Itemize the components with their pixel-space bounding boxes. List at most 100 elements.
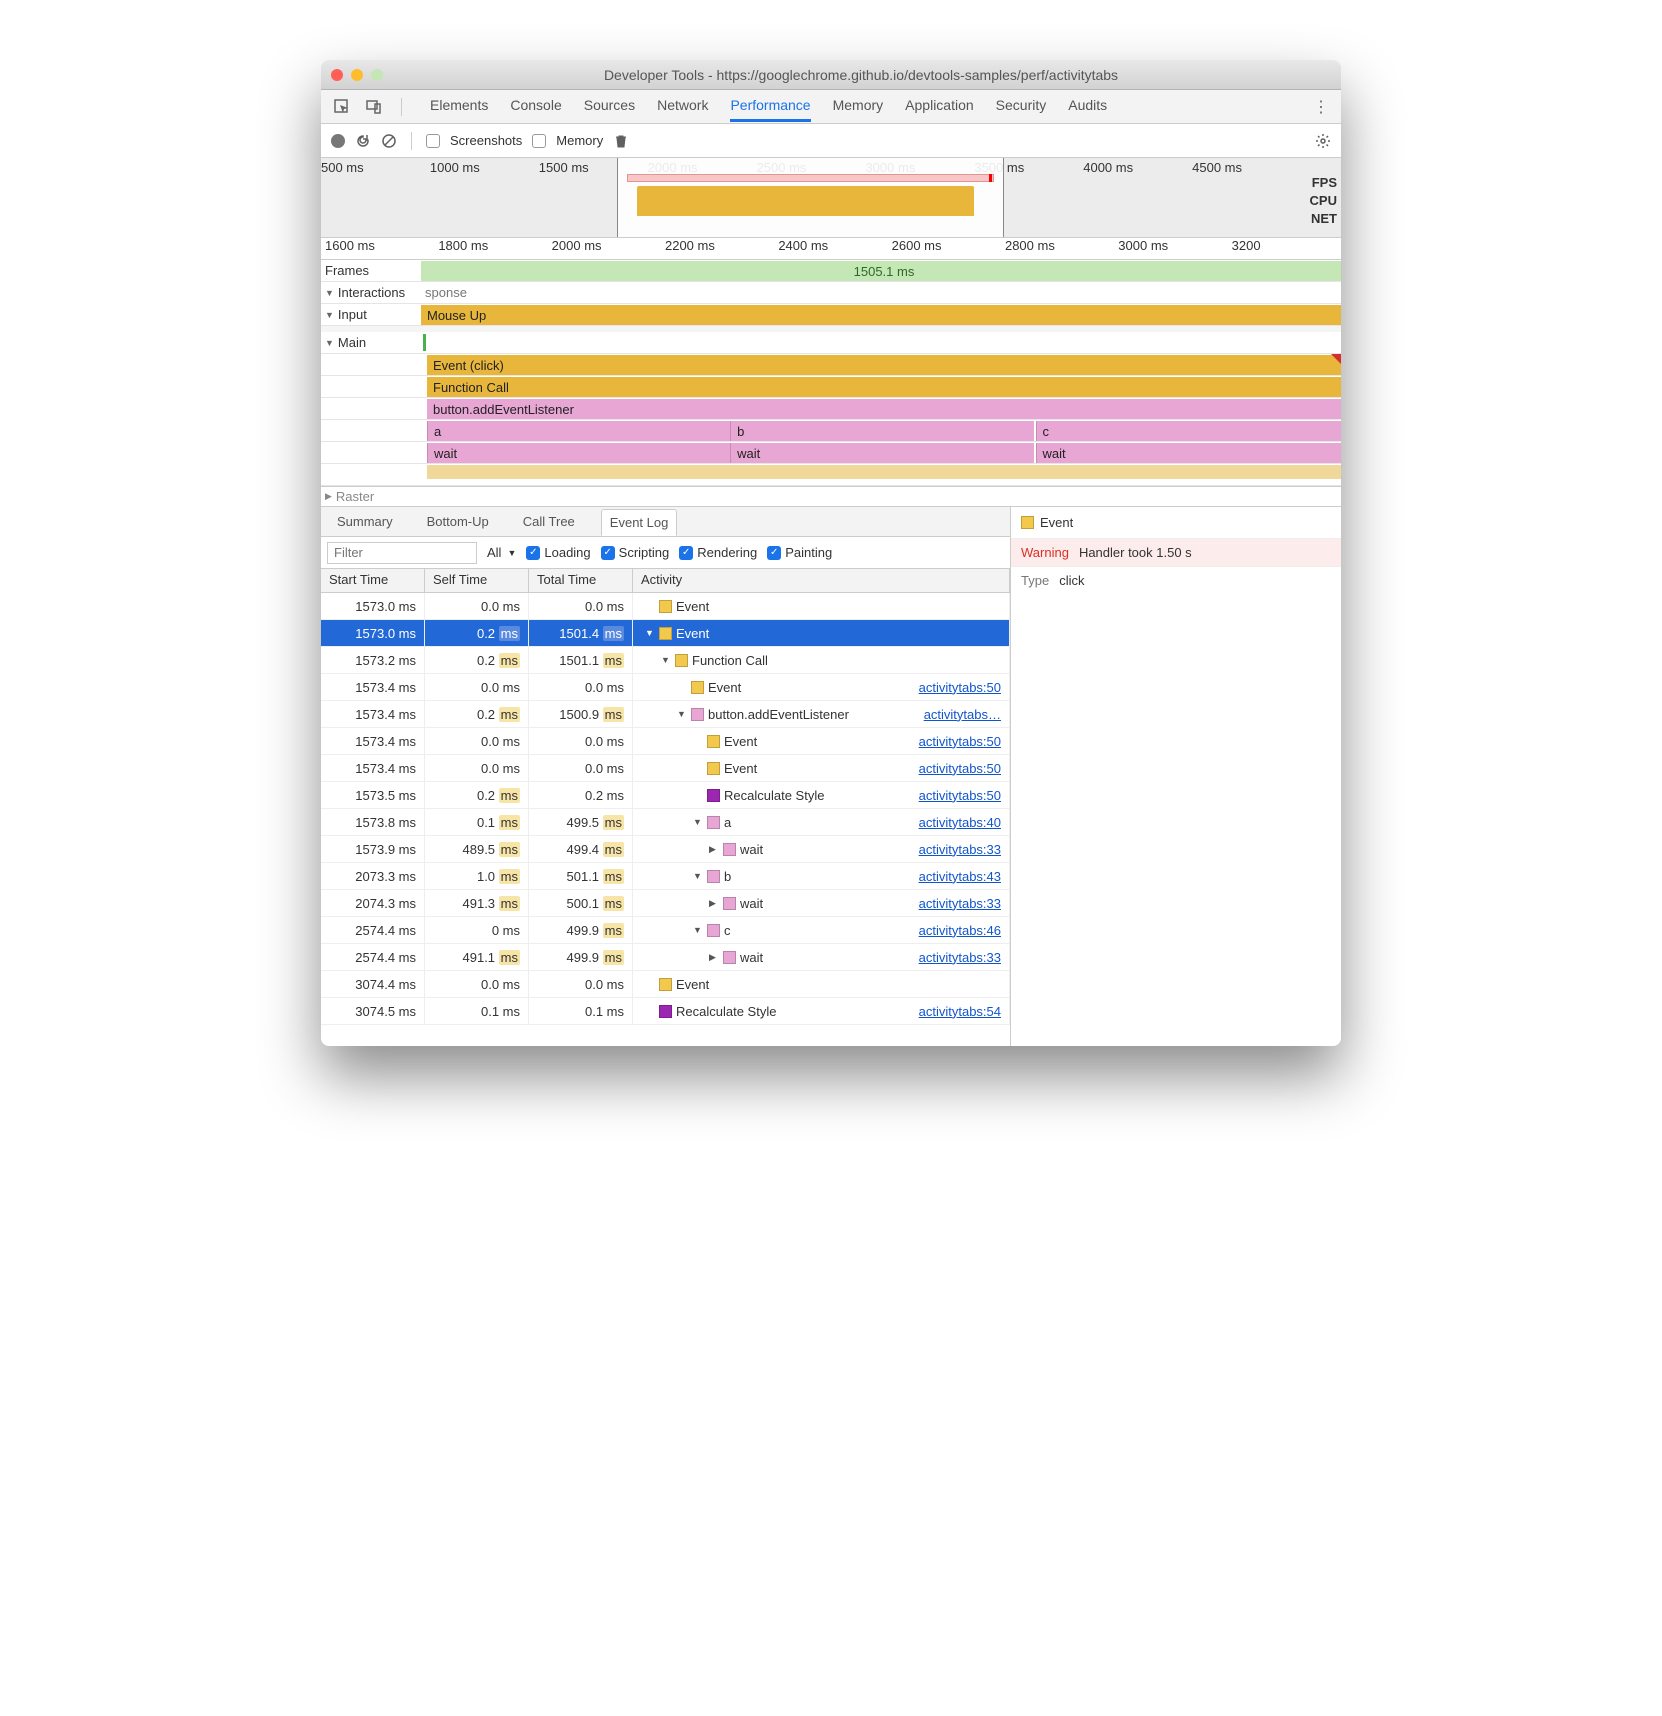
zoom-button[interactable] bbox=[371, 69, 383, 81]
rendering-checkbox[interactable]: ✓ bbox=[679, 546, 693, 560]
source-link[interactable]: activitytabs:33 bbox=[919, 896, 1001, 911]
tab-console[interactable]: Console bbox=[510, 91, 561, 122]
timeline-ticks: 1600 ms1800 ms2000 ms2200 ms2400 ms2600 … bbox=[321, 238, 1341, 260]
flame-wait-c[interactable]: wait bbox=[1036, 443, 1341, 463]
source-link[interactable]: activitytabs:33 bbox=[919, 950, 1001, 965]
sub-tab-call-tree[interactable]: Call Tree bbox=[515, 509, 583, 534]
log-row[interactable]: 1573.8 ms0.1 ms499.5 ms▼aactivitytabs:40 bbox=[321, 809, 1010, 836]
type-value: click bbox=[1059, 573, 1084, 588]
minimize-button[interactable] bbox=[351, 69, 363, 81]
warning-label: Warning bbox=[1021, 545, 1069, 560]
log-row[interactable]: 3074.4 ms0.0 ms0.0 msEvent bbox=[321, 971, 1010, 998]
inspect-icon[interactable] bbox=[333, 98, 351, 116]
screenshots-checkbox[interactable] bbox=[426, 134, 440, 148]
log-row[interactable]: 2574.4 ms0 ms499.9 ms▼cactivitytabs:46 bbox=[321, 917, 1010, 944]
flame-a[interactable]: a bbox=[427, 421, 731, 441]
activity-swatch-icon bbox=[707, 789, 720, 802]
frame-bar[interactable]: 1505.1 ms bbox=[421, 261, 1341, 281]
tab-performance[interactable]: Performance bbox=[730, 91, 810, 122]
more-menu-icon[interactable]: ⋮ bbox=[1313, 97, 1329, 117]
filter-input[interactable] bbox=[327, 542, 477, 564]
source-link[interactable]: activitytabs:54 bbox=[919, 1004, 1001, 1019]
source-link[interactable]: activitytabs:50 bbox=[919, 788, 1001, 803]
activity-swatch-icon bbox=[723, 843, 736, 856]
log-row[interactable]: 1573.4 ms0.0 ms0.0 msEventactivitytabs:5… bbox=[321, 674, 1010, 701]
source-link[interactable]: activitytabs:50 bbox=[919, 680, 1001, 695]
activity-swatch-icon bbox=[723, 951, 736, 964]
activity-swatch-icon bbox=[707, 762, 720, 775]
tab-application[interactable]: Application bbox=[905, 91, 974, 122]
filter-scope-dropdown[interactable]: All▼ bbox=[487, 545, 516, 560]
trash-icon[interactable] bbox=[613, 133, 629, 149]
overview-minimap[interactable]: 500 ms1000 ms1500 ms2000 ms2500 ms3000 m… bbox=[321, 158, 1341, 238]
window-title: Developer Tools - https://googlechrome.g… bbox=[391, 67, 1331, 83]
input-label[interactable]: Input bbox=[338, 307, 367, 322]
event-log-table[interactable]: 1573.0 ms0.0 ms0.0 msEvent1573.0 ms0.2 m… bbox=[321, 593, 1010, 1046]
flame-wait-b[interactable]: wait bbox=[730, 443, 1034, 463]
source-link[interactable]: activitytabs:50 bbox=[919, 734, 1001, 749]
tab-memory[interactable]: Memory bbox=[833, 91, 884, 122]
tab-network[interactable]: Network bbox=[657, 91, 708, 122]
source-link[interactable]: activitytabs:50 bbox=[919, 761, 1001, 776]
settings-gear-icon[interactable] bbox=[1315, 133, 1331, 149]
flame-b[interactable]: b bbox=[730, 421, 1034, 441]
tab-elements[interactable]: Elements bbox=[430, 91, 488, 122]
tab-security[interactable]: Security bbox=[996, 91, 1047, 122]
activity-swatch-icon bbox=[659, 600, 672, 613]
event-swatch-icon bbox=[1021, 516, 1034, 529]
flame-listener[interactable]: button.addEventListener bbox=[427, 399, 1341, 419]
log-row[interactable]: 2574.4 ms491.1 ms499.9 ms▶waitactivityta… bbox=[321, 944, 1010, 971]
sub-tab-summary[interactable]: Summary bbox=[329, 509, 401, 534]
flame-wait-a[interactable]: wait bbox=[427, 443, 731, 463]
net-label: NET bbox=[1310, 210, 1337, 228]
log-row[interactable]: 1573.0 ms0.0 ms0.0 msEvent bbox=[321, 593, 1010, 620]
frames-row: Frames 1505.1 ms bbox=[321, 260, 1341, 282]
flame-event-click[interactable]: Event (click) bbox=[427, 355, 1341, 375]
clear-icon[interactable] bbox=[381, 133, 397, 149]
flame-function-call[interactable]: Function Call bbox=[427, 377, 1341, 397]
input-bar[interactable]: Mouse Up bbox=[421, 305, 1341, 325]
main-label[interactable]: Main bbox=[338, 335, 366, 350]
details-pane: Event Warning Handler took 1.50 s Typecli… bbox=[1011, 507, 1341, 1046]
reload-icon[interactable] bbox=[355, 133, 371, 149]
sub-tabs: Summary Bottom-Up Call Tree Event Log bbox=[321, 507, 1010, 537]
source-link[interactable]: activitytabs:43 bbox=[919, 869, 1001, 884]
activity-swatch-icon bbox=[659, 978, 672, 991]
log-row[interactable]: 1573.4 ms0.0 ms0.0 msEventactivitytabs:5… bbox=[321, 755, 1010, 782]
sub-tab-bottom-up[interactable]: Bottom-Up bbox=[419, 509, 497, 534]
flame-c[interactable]: c bbox=[1036, 421, 1341, 441]
log-row[interactable]: 3074.5 ms0.1 ms0.1 msRecalculate Styleac… bbox=[321, 998, 1010, 1025]
log-row[interactable]: 1573.0 ms0.2 ms1501.4 ms▼Event bbox=[321, 620, 1010, 647]
record-button[interactable] bbox=[331, 134, 345, 148]
log-row[interactable]: 1573.5 ms0.2 ms0.2 msRecalculate Styleac… bbox=[321, 782, 1010, 809]
memory-checkbox[interactable] bbox=[532, 134, 546, 148]
activity-swatch-icon bbox=[675, 654, 688, 667]
log-row[interactable]: 2074.3 ms491.3 ms500.1 ms▶waitactivityta… bbox=[321, 890, 1010, 917]
tab-sources[interactable]: Sources bbox=[584, 91, 635, 122]
activity-swatch-icon bbox=[707, 870, 720, 883]
close-button[interactable] bbox=[331, 69, 343, 81]
log-row[interactable]: 2073.3 ms1.0 ms501.1 ms▼bactivitytabs:43 bbox=[321, 863, 1010, 890]
activity-swatch-icon bbox=[691, 681, 704, 694]
activity-swatch-icon bbox=[707, 735, 720, 748]
device-toggle-icon[interactable] bbox=[365, 98, 383, 116]
interactions-label[interactable]: Interactions bbox=[338, 285, 405, 300]
details-header: Event bbox=[1040, 515, 1073, 530]
source-link[interactable]: activitytabs:33 bbox=[919, 842, 1001, 857]
filter-row: All▼ ✓Loading ✓Scripting ✓Rendering ✓Pai… bbox=[321, 537, 1010, 569]
log-row[interactable]: 1573.9 ms489.5 ms499.4 ms▶waitactivityta… bbox=[321, 836, 1010, 863]
type-label: Type bbox=[1021, 573, 1049, 588]
painting-checkbox[interactable]: ✓ bbox=[767, 546, 781, 560]
source-link[interactable]: activitytabs:46 bbox=[919, 923, 1001, 938]
log-row[interactable]: 1573.4 ms0.0 ms0.0 msEventactivitytabs:5… bbox=[321, 728, 1010, 755]
log-row[interactable]: 1573.4 ms0.2 ms1500.9 ms▼button.addEvent… bbox=[321, 701, 1010, 728]
source-link[interactable]: activitytabs:40 bbox=[919, 815, 1001, 830]
loading-checkbox[interactable]: ✓ bbox=[526, 546, 540, 560]
sub-tab-event-log[interactable]: Event Log bbox=[601, 509, 678, 536]
source-link[interactable]: activitytabs… bbox=[924, 707, 1001, 722]
tab-audits[interactable]: Audits bbox=[1068, 91, 1107, 122]
warning-text: Handler took 1.50 s bbox=[1079, 545, 1192, 560]
scripting-checkbox[interactable]: ✓ bbox=[601, 546, 615, 560]
raster-label[interactable]: Raster bbox=[336, 489, 374, 504]
log-row[interactable]: 1573.2 ms0.2 ms1501.1 ms▼Function Call bbox=[321, 647, 1010, 674]
